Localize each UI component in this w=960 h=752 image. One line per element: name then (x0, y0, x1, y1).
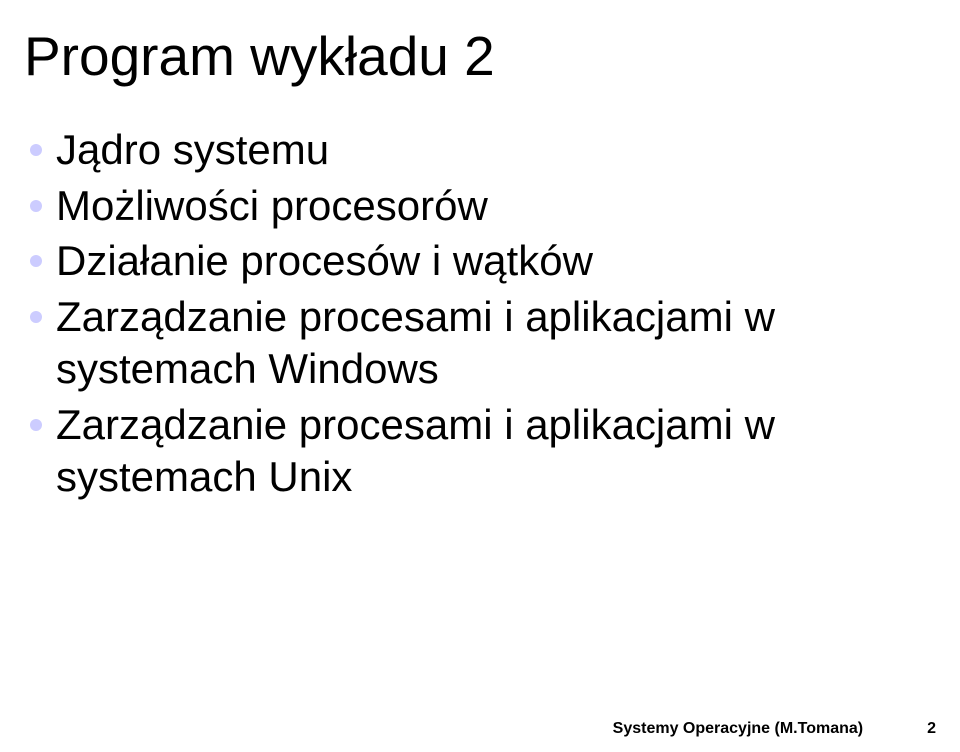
bullet-list: Jądro systemu Możliwości procesorów Dzia… (30, 124, 936, 504)
bullet-icon (30, 419, 42, 431)
slide-footer: Systemy Operacyjne (M.Tomana) 2 (613, 720, 936, 738)
bullet-icon (30, 200, 42, 212)
bullet-icon (30, 255, 42, 267)
bullet-item: Jądro systemu (30, 124, 936, 177)
footer-page-number: 2 (927, 720, 936, 738)
bullet-item: Działanie procesów i wątków (30, 235, 936, 288)
footer-label: Systemy Operacyjne (M.Tomana) (613, 720, 863, 738)
bullet-text: Działanie procesów i wątków (56, 235, 593, 288)
bullet-text: Możliwości procesorów (56, 180, 488, 233)
slide-title: Program wykładu 2 (24, 24, 936, 88)
bullet-text: Jądro systemu (56, 124, 329, 177)
bullet-item: Zarządzanie procesami i aplikacjami w sy… (30, 399, 936, 504)
bullet-text: Zarządzanie procesami i aplikacjami w sy… (56, 399, 936, 504)
bullet-item: Możliwości procesorów (30, 180, 936, 233)
bullet-text: Zarządzanie procesami i aplikacjami w sy… (56, 291, 936, 396)
bullet-item: Zarządzanie procesami i aplikacjami w sy… (30, 291, 936, 396)
bullet-icon (30, 311, 42, 323)
slide: Program wykładu 2 Jądro systemu Możliwoś… (0, 0, 960, 752)
bullet-icon (30, 144, 42, 156)
